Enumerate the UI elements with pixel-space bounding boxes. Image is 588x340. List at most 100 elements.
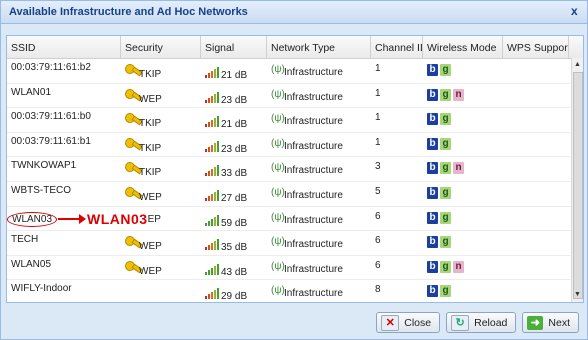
ssid-text: TECH xyxy=(11,234,39,246)
wireless-mode-cell: bg xyxy=(423,231,503,255)
table-row[interactable]: WIFLY-Indoor 29 dB (ψ)Infrastructure 8 b g xyxy=(7,280,583,302)
channel-text: 1 xyxy=(375,136,381,148)
mode-g-badge: g xyxy=(440,64,451,76)
signal-text: 21 dB xyxy=(221,70,248,81)
channel-cell: 6 xyxy=(371,207,423,231)
mode-g-badge: g xyxy=(440,285,451,298)
ssid-cell: 00:03:79:11:61:b2 xyxy=(7,59,121,83)
column-header-wps-support[interactable]: WPS Support xyxy=(503,36,569,58)
channel-cell: 5 xyxy=(371,182,423,206)
button-bar: ✕ Close ↻ Reload ➜ Next xyxy=(376,312,579,333)
column-header-channel-id[interactable]: Channel ID xyxy=(371,36,423,58)
wps-cell xyxy=(503,157,569,181)
network-type-text: Infrastructure xyxy=(284,263,343,275)
network-type-text: Infrastructure xyxy=(284,67,343,78)
channel-cell: 6 xyxy=(371,256,423,280)
security-cell: WEP xyxy=(121,256,201,280)
signal-text: 35 dB xyxy=(221,242,248,254)
vertical-scrollbar[interactable]: ▲ ▼ xyxy=(571,58,583,302)
ssid-cell: TECH xyxy=(7,231,121,255)
scroll-down-arrow-icon[interactable]: ▼ xyxy=(573,290,582,300)
table-body: 00:03:79:11:61:b2 TKIP 21 dB (ψ)Infrastruct… xyxy=(7,59,583,302)
security-text: TKIP xyxy=(139,69,162,80)
signal-bars-icon xyxy=(205,164,219,177)
signal-cell: 29 dB xyxy=(201,280,267,302)
column-header-security[interactable]: Security xyxy=(121,36,201,58)
column-header-wireless-mode[interactable]: Wireless Mode xyxy=(423,36,503,58)
mode-b-badge: b xyxy=(427,285,438,298)
network-type-text: Infrastructure xyxy=(284,214,343,226)
mode-n-badge: n xyxy=(453,88,464,101)
channel-text: 8 xyxy=(375,284,381,296)
scroll-up-arrow-icon[interactable]: ▲ xyxy=(573,60,582,70)
antenna-icon: (ψ) xyxy=(271,236,285,248)
table-row[interactable]: WLAN01 WEP 23 dB (ψ)Infrastructure 1 b g n xyxy=(7,84,583,109)
table-row[interactable]: 00:03:79:11:61:b0 TKIP 21 dB (ψ)Infrastruct… xyxy=(7,108,583,133)
signal-cell: 23 dB xyxy=(201,133,267,157)
column-header-ssid[interactable]: SSID xyxy=(7,36,121,58)
security-cell: TKIP xyxy=(121,157,201,181)
security-cell: TKIP xyxy=(121,59,201,83)
security-cell: TKIP xyxy=(121,108,201,132)
security-text: TKIP xyxy=(139,118,162,130)
mode-g-badge: g xyxy=(440,113,451,126)
ssid-text: WBTS-TECO xyxy=(11,184,71,196)
ssid-cell: WBTS-TECO xyxy=(7,182,121,206)
close-button[interactable]: ✕ Close xyxy=(376,312,441,333)
channel-text: 3 xyxy=(375,161,381,173)
ssid-text: 00:03:79:11:61:b2 xyxy=(11,62,91,73)
wps-cell xyxy=(503,108,569,132)
next-arrow-icon: ➜ xyxy=(527,315,544,330)
antenna-icon: (ψ) xyxy=(271,285,285,297)
mode-b-badge: b xyxy=(427,236,438,249)
signal-bars-icon xyxy=(205,66,219,78)
mode-b-badge: b xyxy=(427,64,438,76)
wireless-mode-cell: bg xyxy=(423,182,503,206)
signal-cell: 23 dB xyxy=(201,84,267,108)
network-type-cell: (ψ)Infrastructure xyxy=(267,256,371,280)
antenna-icon: (ψ) xyxy=(271,162,285,174)
table-row[interactable]: WBTS-TECO WEP 27 dB (ψ)Infrastructure 5 b g xyxy=(7,182,583,207)
antenna-icon: (ψ) xyxy=(271,137,285,149)
ssid-cell: WIFLY-Indoor xyxy=(7,280,121,302)
scrollbar-thumb[interactable] xyxy=(573,72,583,299)
table-row[interactable]: WLAN05 WEP 43 dB (ψ)Infrastructure 6 b g n xyxy=(7,256,583,281)
signal-text: 23 dB xyxy=(221,94,248,106)
wps-cell xyxy=(503,59,569,83)
mode-g-badge: g xyxy=(440,88,451,101)
table-row[interactable]: 00:03:79:11:61:b1 TKIP 23 dB (ψ)Infrastruct… xyxy=(7,133,583,158)
network-type-cell: (ψ)Infrastructure xyxy=(267,280,371,302)
table-row[interactable]: TWNKOWAP1 TKIP 33 dB (ψ)Infrastructure 3 b g n xyxy=(7,157,583,182)
mode-g-badge: g xyxy=(440,236,451,249)
signal-bars-icon xyxy=(205,238,219,251)
security-cell: TKIP xyxy=(121,133,201,157)
column-header-signal[interactable]: Signal xyxy=(201,36,267,58)
reload-button[interactable]: ↻ Reload xyxy=(446,312,517,333)
signal-cell: 35 dB xyxy=(201,231,267,255)
mode-b-badge: b xyxy=(427,211,438,224)
table-row[interactable]: TECH WEP 35 dB (ψ)Infrastructure 6 b g xyxy=(7,231,583,256)
antenna-icon: (ψ) xyxy=(271,260,285,272)
channel-cell: 1 xyxy=(371,59,423,83)
wps-cell xyxy=(503,280,569,302)
table-row[interactable]: 00:03:79:11:61:b2 TKIP 21 dB (ψ)Infrastruct… xyxy=(7,59,583,84)
reload-label: Reload xyxy=(474,316,508,329)
wireless-mode-cell: bgn xyxy=(423,157,503,181)
mode-b-badge: b xyxy=(427,260,438,273)
close-icon[interactable]: x xyxy=(571,4,583,18)
wlan03-annotation: WLAN03 WLAN03 EP xyxy=(7,209,161,229)
signal-cell: 43 dB xyxy=(201,256,267,280)
ssid-cell: 00:03:79:11:61:b0 xyxy=(7,108,121,132)
signal-text: 43 dB xyxy=(221,266,248,278)
network-type-cell: (ψ)Infrastructure xyxy=(267,231,371,255)
network-type-text: Infrastructure xyxy=(284,239,343,251)
mode-g-badge: g xyxy=(440,186,451,199)
network-type-cell: (ψ)Infrastructure xyxy=(267,59,371,83)
mode-b-badge: b xyxy=(427,186,438,199)
channel-text: 6 xyxy=(375,235,381,247)
next-button[interactable]: ➜ Next xyxy=(522,312,579,333)
ssid-text: 00:03:79:11:61:b0 xyxy=(11,111,91,123)
security-text: WEP xyxy=(139,265,162,277)
ssid-cell: TWNKOWAP1 xyxy=(7,157,121,181)
column-header-network-type[interactable]: Network Type xyxy=(267,36,371,58)
